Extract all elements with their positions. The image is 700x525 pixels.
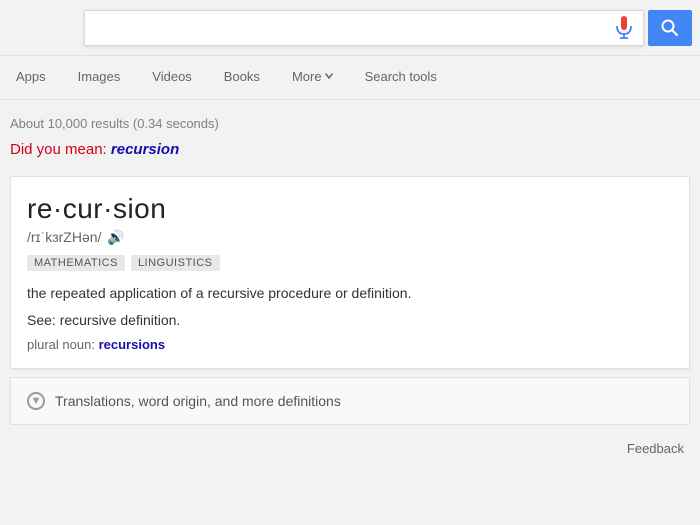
tag-linguistics: LINGUISTICS [131,255,220,271]
word-pronunciation: /rɪˈkɜrZHən/ 🔊 [27,229,673,245]
definition-card: re·cur·sion /rɪˈkɜrZHən/ 🔊 MATHEMATICS L… [10,176,690,369]
speaker-icon[interactable]: 🔊 [107,229,123,245]
search-button[interactable] [648,10,692,46]
mic-icon [615,16,633,40]
feedback-row: Feedback [0,433,700,464]
did-you-mean-label: Did you mean: [10,141,111,158]
search-input[interactable]: recursion [85,19,605,37]
tab-search-tools[interactable]: Search tools [349,56,453,100]
did-you-mean: Did you mean: recursion [0,139,700,168]
plural-label: plural noun: recursions [27,337,673,352]
feedback-link[interactable]: Feedback [627,441,684,456]
did-you-mean-link[interactable]: recursion [111,141,179,158]
tab-books[interactable]: Books [208,56,276,100]
tags-row: MATHEMATICS LINGUISTICS [27,255,673,271]
search-icon [661,19,679,37]
tab-apps[interactable]: Apps [0,56,62,100]
mic-button[interactable] [605,16,643,40]
results-stats: About 10,000 results (0.34 seconds) [0,108,700,139]
tag-mathematics: MATHEMATICS [27,255,125,271]
results-container: About 10,000 results (0.34 seconds) Did … [0,100,700,472]
chevron-down-icon [325,72,333,80]
definition-text-2: See: recursive definition. [27,310,673,331]
search-input-wrapper: recursion [84,10,644,46]
more-def-text: Translations, word origin, and more defi… [55,393,341,409]
search-bar-container: recursion [0,0,700,56]
tab-more[interactable]: More [276,56,349,100]
more-definitions-row[interactable]: ▼ Translations, word origin, and more de… [10,377,690,425]
tab-images[interactable]: Images [62,56,137,100]
word-title: re·cur·sion [27,193,673,225]
definition-text-1: the repeated application of a recursive … [27,283,673,304]
tab-videos[interactable]: Videos [136,56,208,100]
more-def-icon: ▼ [27,392,45,410]
nav-tabs: Apps Images Videos Books More Search too… [0,56,700,100]
plural-word-link[interactable]: recursions [99,337,165,352]
